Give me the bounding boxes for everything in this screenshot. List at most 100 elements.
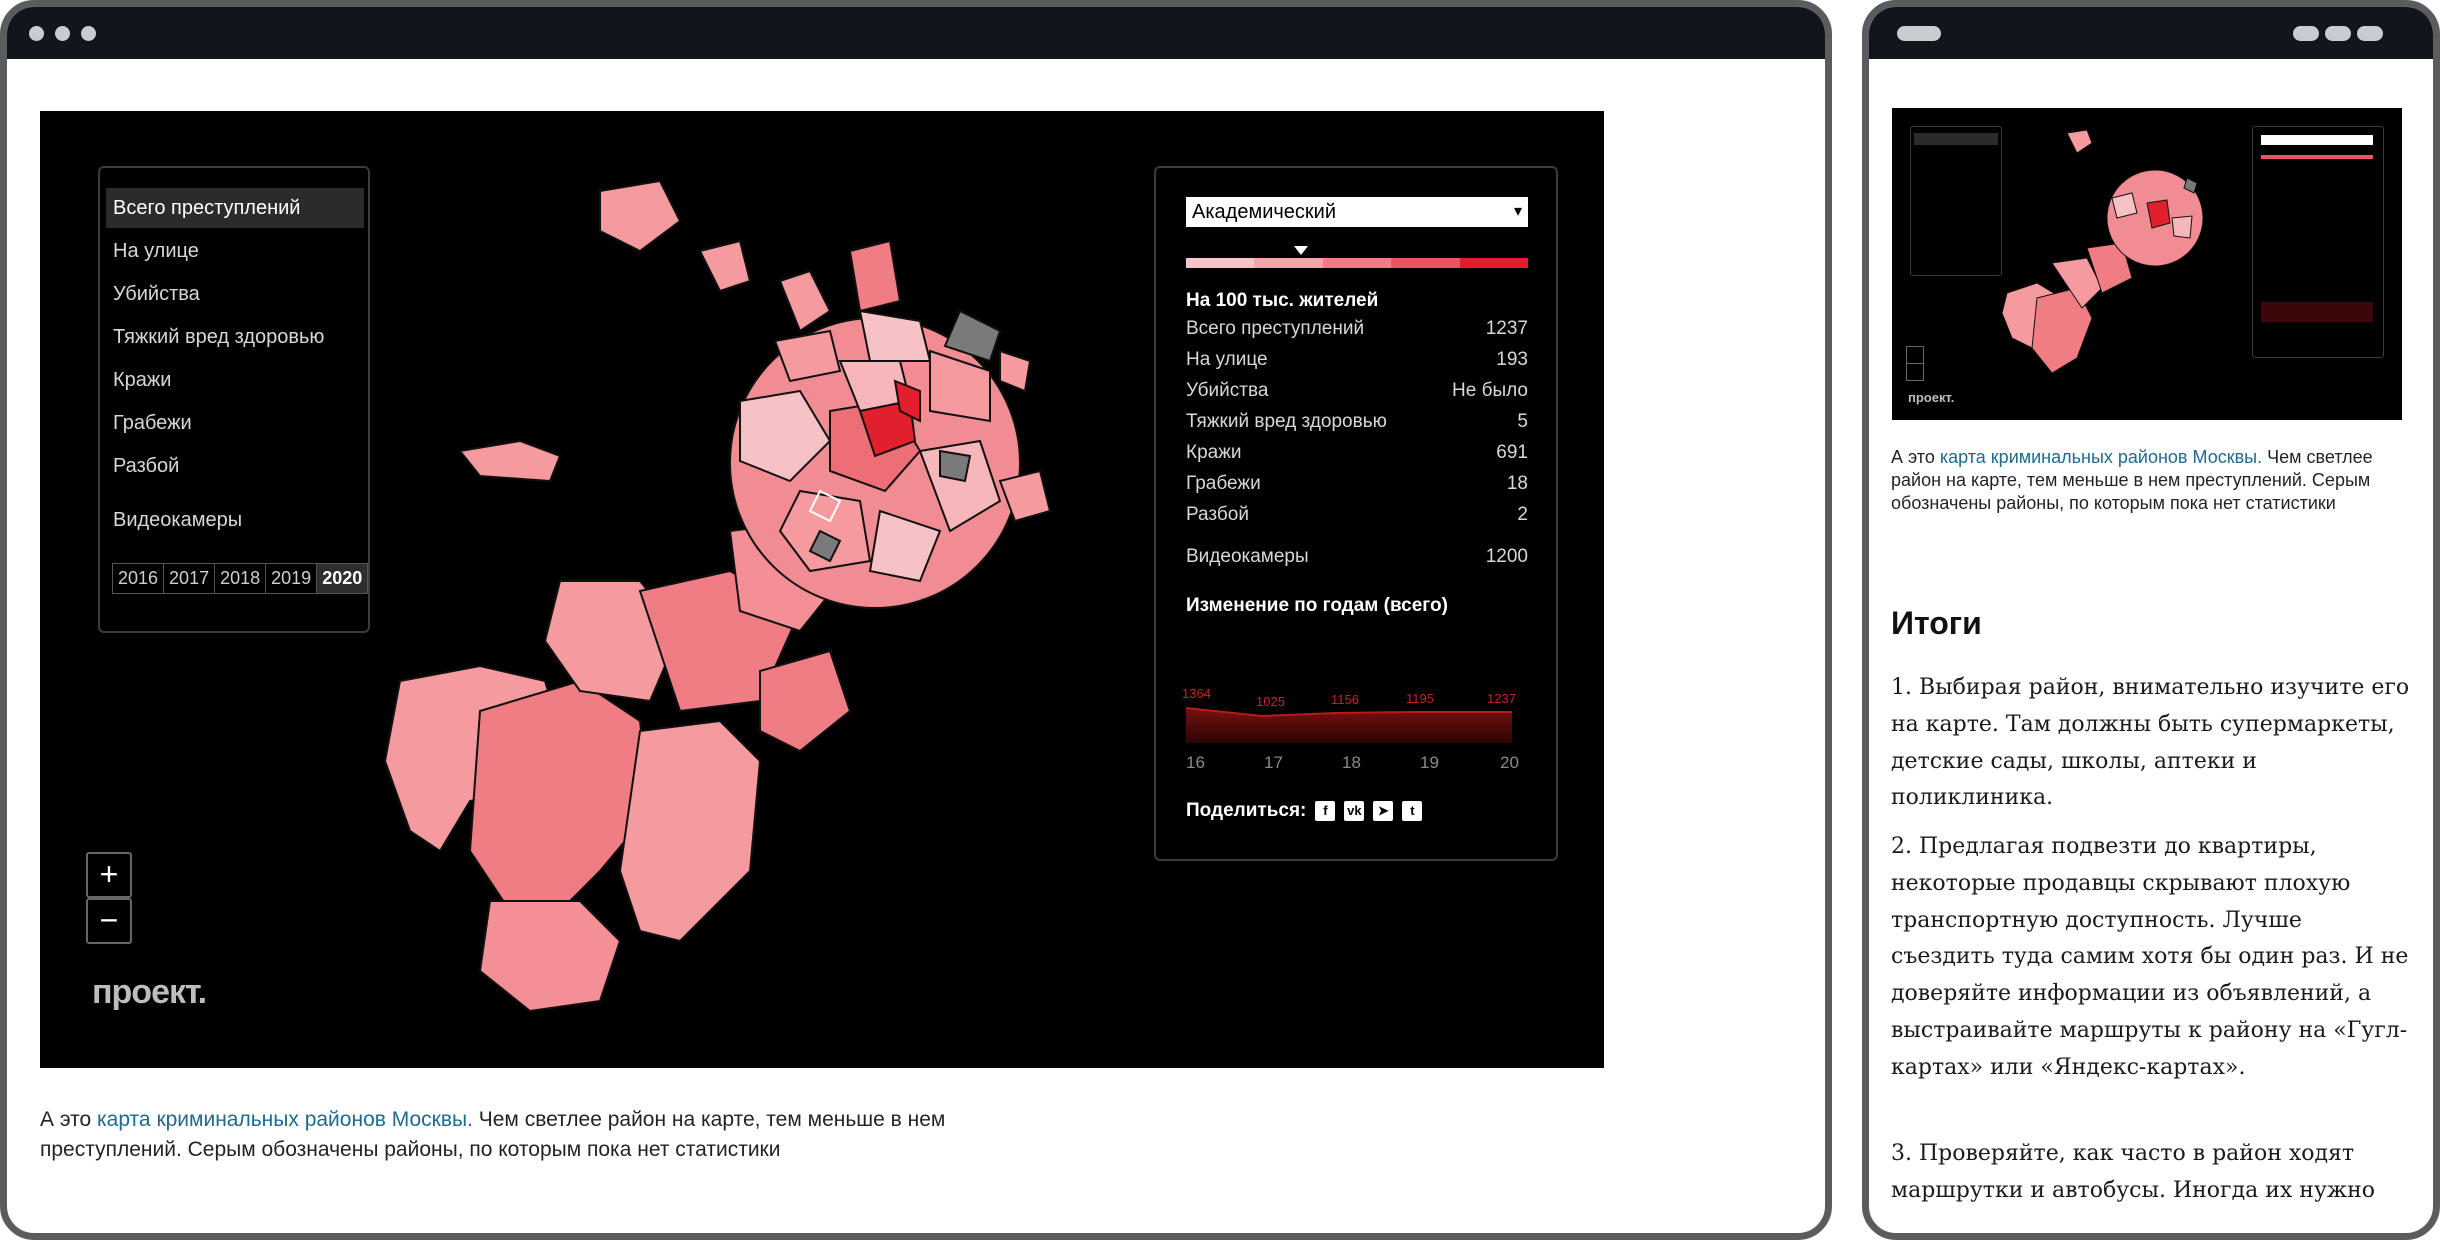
mobile-info-panel xyxy=(2252,126,2384,358)
trend-value-2019: 1195 xyxy=(1406,691,1434,706)
mobile-trend-chart xyxy=(2261,302,2373,322)
trend-tick: 19 xyxy=(1420,753,1439,772)
stat-row: Разбой 2 xyxy=(1186,504,1528,526)
trend-tick: 20 xyxy=(1500,753,1519,772)
caption-map-link[interactable]: карта криминальных районов Москвы. xyxy=(1940,447,2262,467)
mobile-color-scale xyxy=(2261,155,2373,159)
desktop-title-bar xyxy=(7,7,1825,59)
vk-icon[interactable]: vk xyxy=(1344,801,1365,821)
district-select[interactable]: Академический ▾ xyxy=(1186,197,1528,227)
summary-heading: Итоги xyxy=(1891,605,1982,641)
stat-row: Тяжкий вред здоровью 5 xyxy=(1186,411,1528,433)
category-total-crimes[interactable]: Всего преступлений xyxy=(106,188,364,228)
stat-value: 691 xyxy=(1496,442,1528,463)
category-cameras[interactable]: Видеокамеры xyxy=(106,500,364,540)
window-dot-icon xyxy=(55,26,70,41)
stat-row: Всего преступлений 1237 xyxy=(1186,318,1528,340)
scale-step xyxy=(1254,258,1323,268)
scale-step xyxy=(1391,258,1460,268)
window-pill-icon xyxy=(2293,26,2319,41)
category-panel: Всего преступлений На улице Убийства Тяж… xyxy=(98,166,370,633)
year-selector: 2016 2017 2018 2019 2020 xyxy=(112,563,369,594)
scale-step xyxy=(1322,258,1392,268)
zoom-out-button[interactable]: − xyxy=(86,898,132,944)
caption-map-link[interactable]: карта криминальных районов Москвы. xyxy=(97,1108,473,1131)
trend-tick: 17 xyxy=(1264,753,1283,772)
crime-map[interactable]: Всего преступлений На улице Убийства Тяж… xyxy=(40,111,1604,1068)
year-2018[interactable]: 2018 xyxy=(215,564,267,593)
trend-value-2020: 1237 xyxy=(1487,691,1516,706)
share-block: Поделиться: f vk ➤ t xyxy=(1186,800,1423,822)
desktop-map-caption: А это карта криминальных районов Москвы.… xyxy=(40,1105,1060,1165)
category-murders[interactable]: Убийства xyxy=(106,274,364,314)
stat-label: Разбой xyxy=(1186,504,1249,525)
proekt-logo: проект. xyxy=(92,973,207,1011)
summary-paragraph-2: 2. Предлагая подвезти до квартиры, некот… xyxy=(1891,834,2409,1080)
chevron-down-icon: ▾ xyxy=(1513,203,1522,220)
stat-row: Кражи 691 xyxy=(1186,442,1528,464)
mobile-title-bar xyxy=(1869,7,2433,59)
mobile-zoom-in-button[interactable] xyxy=(1906,346,1924,364)
mobile-proekt-logo: проект. xyxy=(1908,390,1955,405)
mobile-district-select[interactable] xyxy=(2261,135,2373,145)
caption-prefix: А это xyxy=(1891,447,1940,467)
stat-value: 5 xyxy=(1517,411,1528,432)
zoom-in-button[interactable]: + xyxy=(86,852,132,898)
telegram-icon[interactable]: ➤ xyxy=(1373,801,1394,821)
twitter-icon[interactable]: t xyxy=(1402,801,1423,821)
window-dot-icon xyxy=(29,26,44,41)
stat-value: 1200 xyxy=(1485,546,1528,567)
stat-label: Тяжкий вред здоровью xyxy=(1186,411,1387,432)
stat-value: 2 xyxy=(1517,504,1528,525)
district-select-value: Академический xyxy=(1192,201,1337,223)
year-2019[interactable]: 2019 xyxy=(266,564,318,593)
mobile-category-active[interactable] xyxy=(1914,133,1998,145)
summary-paragraph-1: 1. Выбирая район, внимательно изучите ег… xyxy=(1891,675,2410,811)
mobile-zoom-out-button[interactable] xyxy=(1906,363,1924,381)
yearly-trend-chart: 1364 1025 1156 1195 1237 16 17 18 19 20 xyxy=(1182,688,1519,772)
facebook-icon[interactable]: f xyxy=(1315,801,1336,821)
stat-row: Грабежи 18 xyxy=(1186,473,1528,495)
year-2020[interactable]: 2020 xyxy=(317,564,368,593)
color-scale xyxy=(1186,258,1529,268)
scale-step xyxy=(1186,258,1255,268)
stat-value: 18 xyxy=(1506,473,1528,494)
window-dot-icon xyxy=(81,26,96,41)
trend-tick: 18 xyxy=(1342,753,1361,772)
trend-tick: 16 xyxy=(1186,753,1205,772)
stat-value: Не было xyxy=(1452,380,1528,401)
window-pill-icon xyxy=(2325,26,2351,41)
trend-value-2017: 1025 xyxy=(1256,694,1285,709)
stat-value: 1237 xyxy=(1485,318,1528,339)
stat-value: 193 xyxy=(1496,349,1528,370)
trend-value-2018: 1156 xyxy=(1331,692,1359,707)
mobile-crime-map[interactable]: проект. xyxy=(1892,108,2402,420)
scale-step xyxy=(1459,258,1529,268)
category-thefts[interactable]: Кражи xyxy=(106,360,364,400)
stat-label: Грабежи xyxy=(1186,473,1261,494)
category-grievous-harm[interactable]: Тяжкий вред здоровью xyxy=(106,317,364,357)
window-pill-icon xyxy=(2357,26,2383,41)
district-info-panel: Академический ▾ На 100 тыс. жителей Всег… xyxy=(1154,166,1558,861)
summary-paragraph-3: 3. Проверяйте, как часто в район ходят м… xyxy=(1891,1141,2376,1203)
year-2016[interactable]: 2016 xyxy=(113,564,165,593)
stat-label: На улице xyxy=(1186,349,1268,370)
per-capita-label: На 100 тыс. жителей xyxy=(1186,290,1379,311)
window-pill-icon xyxy=(1897,26,1941,41)
year-2017[interactable]: 2017 xyxy=(164,564,216,593)
stat-row-cameras: Видеокамеры 1200 xyxy=(1186,546,1528,568)
share-label: Поделиться: xyxy=(1186,800,1307,821)
caption-prefix: А это xyxy=(40,1108,97,1131)
stat-label: Кражи xyxy=(1186,442,1242,463)
mobile-category-panel xyxy=(1910,126,2002,276)
scale-marker-icon xyxy=(1294,246,1308,255)
category-robberies[interactable]: Грабежи xyxy=(106,403,364,443)
stat-row: На улице 193 xyxy=(1186,349,1528,371)
stat-label: Видеокамеры xyxy=(1186,546,1309,567)
stat-label: Всего преступлений xyxy=(1186,318,1365,339)
trend-value-2016: 1364 xyxy=(1182,688,1211,701)
change-by-years-title: Изменение по годам (всего) xyxy=(1186,595,1448,616)
mobile-map-caption: А это карта криминальных районов Москвы.… xyxy=(1891,446,2411,515)
category-assaults[interactable]: Разбой xyxy=(106,446,364,486)
category-street[interactable]: На улице xyxy=(106,231,364,271)
